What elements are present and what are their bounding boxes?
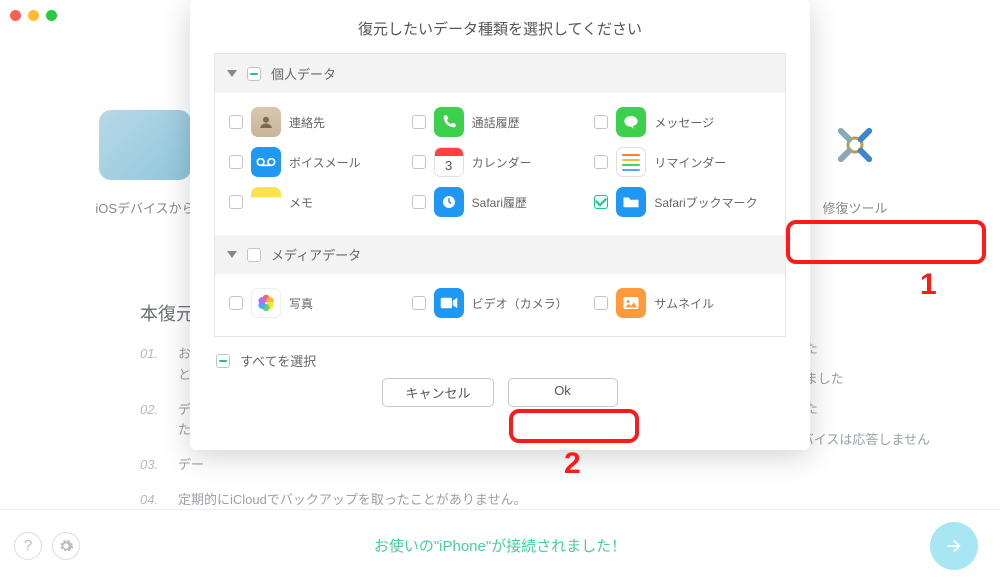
checkbox[interactable] (412, 195, 426, 209)
image-icon (616, 288, 646, 318)
checkbox[interactable] (594, 195, 608, 209)
item-photos[interactable]: 写真 (229, 288, 406, 318)
notes-icon (251, 187, 281, 217)
item-label: Safari履歴 (472, 194, 527, 211)
checkbox[interactable] (412, 155, 426, 169)
voicemail-icon (251, 147, 281, 177)
item-label: 通話履歴 (472, 114, 520, 131)
select-all-row[interactable]: すべてを選択 (214, 337, 786, 376)
phone-icon (434, 107, 464, 137)
status-text: お使いの"iPhone"が接続されました！ (374, 535, 626, 556)
footer: ? お使いの"iPhone"が接続されました！ (0, 509, 1000, 581)
settings-button[interactable] (52, 532, 80, 560)
item-notes[interactable]: メモ (229, 187, 406, 217)
select-all-checkbox[interactable] (216, 354, 230, 368)
section-header-personal[interactable]: 個人データ (215, 54, 785, 93)
next-button[interactable] (930, 522, 978, 570)
calendar-icon: 3 (434, 147, 464, 177)
help-button[interactable]: ? (14, 532, 42, 560)
item-contacts[interactable]: 連絡先 (229, 107, 406, 137)
step-number: 03. (140, 455, 166, 476)
clock-icon (434, 187, 464, 217)
annotation-box-1 (786, 220, 986, 264)
item-video[interactable]: ビデオ（カメラ） (412, 288, 589, 318)
item-label: Safariブックマーク (654, 194, 757, 211)
item-safari-history[interactable]: Safari履歴 (412, 187, 589, 217)
item-label: サムネイル (654, 295, 714, 312)
select-all-label: すべてを選択 (240, 351, 316, 370)
step-number: 02. (140, 400, 166, 442)
checkbox[interactable] (594, 155, 608, 169)
checkbox[interactable] (594, 296, 608, 310)
close-window-button[interactable] (10, 10, 21, 21)
video-icon (434, 288, 464, 318)
item-label: カレンダー (472, 154, 532, 171)
item-label: リマインダー (654, 154, 726, 171)
arrow-right-icon (944, 536, 964, 556)
modal-title: 復元したいデータ種類を選択してください (214, 18, 786, 39)
photos-icon (251, 288, 281, 318)
gear-icon (58, 538, 74, 554)
data-type-modal: 復元したいデータ種類を選択してください 個人データ 連絡先 通話履歴 (190, 0, 810, 450)
item-messages[interactable]: メッセージ (594, 107, 771, 137)
item-calendar[interactable]: 3 カレンダー (412, 147, 589, 177)
personal-data-section: 個人データ 連絡先 通話履歴 メッ (214, 53, 786, 337)
item-label: メモ (289, 194, 313, 211)
section-title: 個人データ (271, 64, 336, 83)
section-title: メディアデータ (271, 245, 361, 264)
wrench-screwdriver-icon (830, 120, 880, 170)
item-voicemail[interactable]: ボイスメール (229, 147, 406, 177)
ios-devices-illustration (99, 110, 191, 180)
item-call-history[interactable]: 通話履歴 (412, 107, 589, 137)
item-label: ビデオ（カメラ） (472, 295, 568, 312)
item-label: メッセージ (654, 114, 714, 131)
item-thumbnails[interactable]: サムネイル (594, 288, 771, 318)
section-checkbox-media[interactable] (247, 248, 261, 262)
ok-button[interactable]: Ok (508, 378, 618, 407)
section-header-media[interactable]: メディアデータ (215, 235, 785, 274)
checkbox[interactable] (594, 115, 608, 129)
checkbox[interactable] (412, 296, 426, 310)
section-checkbox-personal[interactable] (247, 67, 261, 81)
checkbox[interactable] (229, 296, 243, 310)
maximize-window-button[interactable] (46, 10, 57, 21)
annotation-label-1: 1 (920, 268, 937, 302)
contacts-icon (251, 107, 281, 137)
checkbox[interactable] (229, 155, 243, 169)
chevron-down-icon (227, 251, 237, 258)
step-number: 04. (140, 490, 166, 511)
checkbox[interactable] (229, 115, 243, 129)
item-safari-bookmarks[interactable]: Safariブックマーク (594, 187, 771, 217)
reminders-icon (616, 147, 646, 177)
cancel-button[interactable]: キャンセル (382, 378, 493, 407)
checkbox[interactable] (229, 195, 243, 209)
checkbox[interactable] (412, 115, 426, 129)
item-reminders[interactable]: リマインダー (594, 147, 771, 177)
item-label: 連絡先 (289, 114, 325, 131)
bookmark-folder-icon (616, 187, 646, 217)
item-label: 写真 (289, 295, 313, 312)
item-label: ボイスメール (289, 154, 361, 171)
messages-icon (616, 107, 646, 137)
step-number: 01. (140, 344, 166, 386)
tools-illustration (809, 110, 901, 180)
chevron-down-icon (227, 70, 237, 77)
minimize-window-button[interactable] (28, 10, 39, 21)
